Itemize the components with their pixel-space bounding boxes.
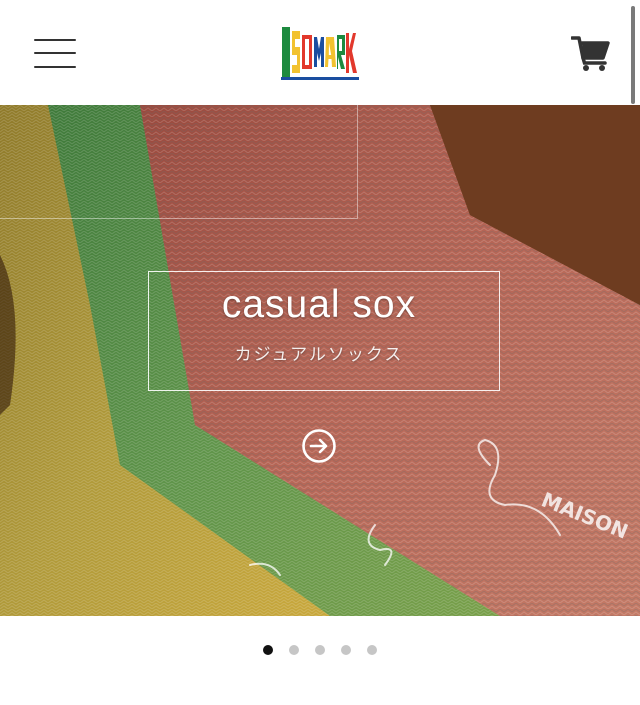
- carousel-dot-3[interactable]: [315, 645, 325, 655]
- title-frame-outer: [0, 105, 358, 219]
- brand-logo[interactable]: [281, 25, 359, 81]
- arrow-right-circle-icon: [302, 429, 336, 463]
- slide-subtitle: カジュアルソックス: [234, 345, 404, 365]
- carousel-dot-1[interactable]: [263, 645, 273, 655]
- slide-title: casual sox: [221, 283, 417, 326]
- scrollbar[interactable]: [631, 6, 635, 104]
- carousel-dot-5[interactable]: [367, 645, 377, 655]
- shopping-cart-icon: [570, 36, 610, 71]
- carousel-dot-2[interactable]: [289, 645, 299, 655]
- menu-line: [34, 39, 76, 41]
- menu-line: [34, 66, 76, 68]
- hero-slide[interactable]: MAISON casual sox カジュアルソックス: [0, 105, 640, 616]
- cart-button[interactable]: [570, 34, 611, 72]
- site-header: [0, 0, 640, 105]
- menu-line: [34, 52, 76, 54]
- menu-button[interactable]: [34, 38, 78, 70]
- slide-link-button[interactable]: [301, 428, 337, 464]
- logo-image: [281, 27, 359, 80]
- carousel-pagination: [0, 645, 640, 659]
- carousel-dot-4[interactable]: [341, 645, 351, 655]
